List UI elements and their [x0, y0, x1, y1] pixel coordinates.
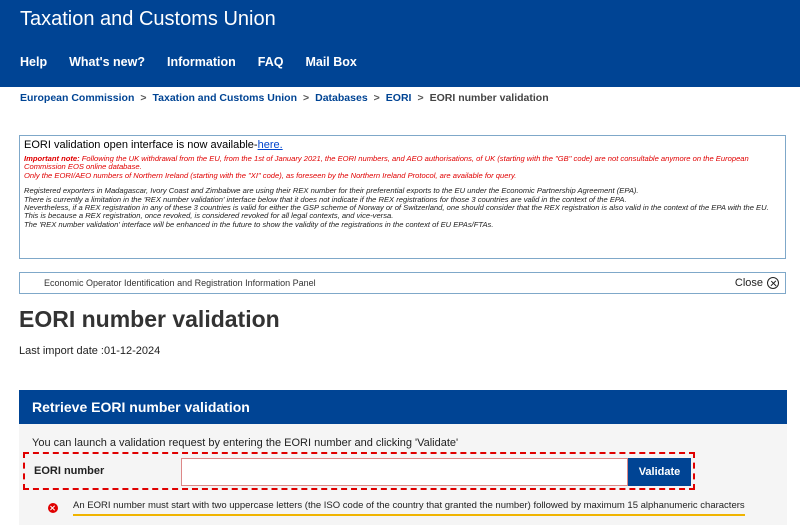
- notice-here-link[interactable]: here.: [258, 139, 283, 151]
- breadcrumb: European Commission > Taxation and Custo…: [20, 92, 549, 104]
- breadcrumb-eori[interactable]: EORI: [386, 92, 412, 104]
- error-message: An EORI number must start with two upper…: [73, 500, 745, 516]
- notice-box: EORI validation open interface is now av…: [19, 135, 786, 259]
- notice-headline-text: EORI validation open interface is now av…: [24, 139, 258, 151]
- important-note: Important note: Following the UK withdra…: [24, 154, 781, 172]
- site-header: Taxation and Customs Union Help What's n…: [0, 0, 800, 87]
- breadcrumb-separator: >: [140, 92, 147, 104]
- breadcrumb-european-commission[interactable]: European Commission: [20, 92, 134, 104]
- eori-validation-form: Retrieve EORI number validation You can …: [19, 390, 787, 525]
- eori-input-row: EORI number Validate: [23, 452, 695, 490]
- nav-faq[interactable]: FAQ: [258, 55, 284, 69]
- panel-close-button[interactable]: Close: [735, 277, 779, 289]
- nav-whats-new[interactable]: What's new?: [69, 55, 145, 69]
- panel-title: Economic Operator Identification and Reg…: [44, 278, 316, 288]
- eori-field-label: EORI number: [34, 465, 105, 477]
- rex-note-line: Nevertheless, if a REX registration in a…: [24, 203, 769, 221]
- breadcrumb-taxation-customs[interactable]: Taxation and Customs Union: [153, 92, 297, 104]
- information-panel-bar: Economic Operator Identification and Reg…: [19, 272, 786, 294]
- close-icon: [767, 277, 779, 289]
- error-icon: [48, 503, 58, 513]
- last-import-date: Last import date :01-12-2024: [19, 345, 161, 357]
- notice-headline: EORI validation open interface is now av…: [24, 139, 781, 151]
- breadcrumb-separator: >: [417, 92, 424, 104]
- main-nav: Help What's new? Information FAQ Mail Bo…: [20, 55, 379, 69]
- validation-error: An EORI number must start with two upper…: [48, 500, 745, 516]
- page-title: EORI number validation: [19, 306, 280, 332]
- panel-close-label: Close: [734, 277, 763, 289]
- rex-note-line: The 'REX number validation' interface wi…: [24, 219, 494, 229]
- breadcrumb-separator: >: [373, 92, 380, 104]
- northern-ireland-note: Only the EORI/AEO numbers of Northern Ir…: [24, 170, 517, 180]
- rex-note: Registered exporters in Madagascar, Ivor…: [24, 186, 781, 229]
- site-title[interactable]: Taxation and Customs Union: [20, 8, 276, 31]
- form-header-title: Retrieve EORI number validation: [32, 399, 250, 415]
- form-header: Retrieve EORI number validation: [19, 390, 787, 424]
- eori-number-input[interactable]: [181, 458, 628, 486]
- nav-help[interactable]: Help: [20, 55, 47, 69]
- breadcrumb-current: EORI number validation: [429, 92, 549, 104]
- form-intro: You can launch a validation request by e…: [32, 437, 459, 449]
- nav-information[interactable]: Information: [167, 55, 236, 69]
- important-note-text: Following the UK withdrawal from the EU,…: [24, 154, 749, 172]
- breadcrumb-databases[interactable]: Databases: [315, 92, 368, 104]
- breadcrumb-separator: >: [302, 92, 310, 104]
- nav-mail-box[interactable]: Mail Box: [305, 55, 356, 69]
- validate-button[interactable]: Validate: [628, 458, 691, 486]
